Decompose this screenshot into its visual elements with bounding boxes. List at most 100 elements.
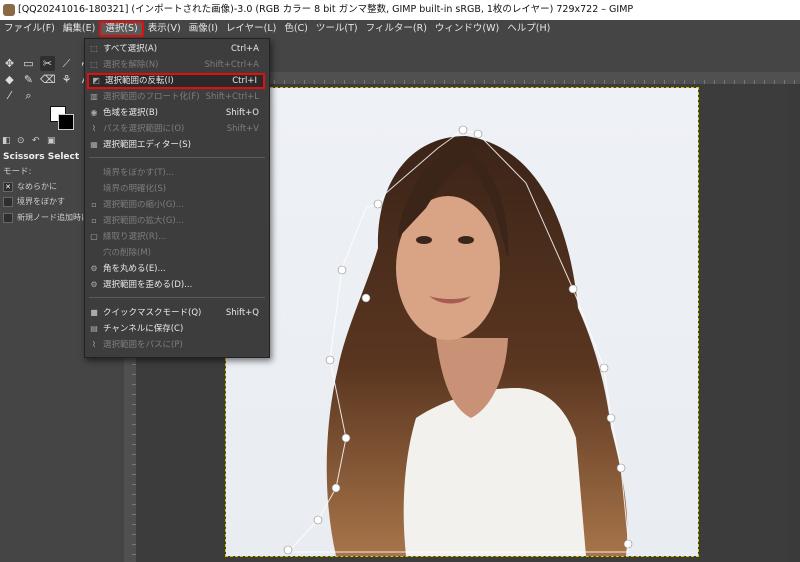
menu-item-label: 選択範囲の反転(I) bbox=[105, 76, 174, 86]
feather-checkbox[interactable] bbox=[3, 196, 13, 207]
move-tool-icon[interactable]: ✥ bbox=[2, 56, 17, 71]
window-title: [QQ20241016-180321] (インポートされた画像)-3.0 (RG… bbox=[18, 4, 634, 15]
selection-node[interactable] bbox=[337, 265, 347, 275]
background-color-swatch[interactable] bbox=[58, 114, 74, 130]
menu-item-shortcut: Shift+O bbox=[225, 108, 259, 118]
color-picker-tool-icon[interactable]: ⁄ bbox=[2, 88, 17, 103]
round-corners-icon: ⚙ bbox=[90, 264, 98, 273]
menu-help[interactable]: ヘルプ(H) bbox=[503, 21, 554, 37]
menu-item-sharpen[interactable]: 境界の明確化(S) bbox=[87, 181, 265, 197]
tool-options-tab-icon[interactable]: ◧ bbox=[2, 136, 12, 146]
selection-node[interactable] bbox=[341, 433, 351, 443]
undo-history-tab-icon[interactable]: ↶ bbox=[32, 136, 42, 146]
selection-node[interactable] bbox=[599, 363, 609, 373]
menu-item-grow[interactable]: ▫ 選択範囲の拡大(G)... bbox=[87, 213, 265, 229]
feather-option[interactable]: 境界をぼかす bbox=[3, 196, 65, 207]
distort-icon: ⚙ bbox=[90, 280, 98, 289]
menu-file[interactable]: ファイル(F) bbox=[0, 21, 59, 37]
menu-item-shrink[interactable]: ▫ 選択範囲の縮小(G)... bbox=[87, 197, 265, 213]
selection-node[interactable] bbox=[331, 483, 341, 493]
menu-edit[interactable]: 編集(E) bbox=[59, 21, 99, 37]
menu-colors[interactable]: 色(C) bbox=[280, 21, 312, 37]
selection-node[interactable] bbox=[473, 129, 483, 139]
selection-node[interactable] bbox=[616, 463, 626, 473]
interactive-option[interactable]: 新規ノード追加時に bbox=[3, 212, 89, 223]
menu-view[interactable]: 表示(V) bbox=[144, 21, 185, 37]
portrait-image bbox=[283, 125, 633, 556]
menu-item-border[interactable]: ▢ 縁取り選択(R)... bbox=[87, 229, 265, 245]
fuzzy-select-tool-icon[interactable]: ⟋ bbox=[59, 56, 74, 71]
menu-item-label: 選択を解除(N) bbox=[103, 60, 159, 70]
selection-node[interactable] bbox=[313, 515, 323, 525]
float-selection-icon: ▥ bbox=[90, 92, 98, 101]
title-bar: [QQ20241016-180321] (インポートされた画像)-3.0 (RG… bbox=[0, 0, 800, 20]
device-status-tab-icon[interactable]: ⊙ bbox=[17, 136, 27, 146]
selection-node[interactable] bbox=[568, 284, 578, 294]
bucket-fill-tool-icon[interactable]: ◆ bbox=[2, 72, 17, 87]
menu-item-label: すべて選択(A) bbox=[103, 44, 158, 54]
antialias-checkbox[interactable]: ✕ bbox=[3, 181, 13, 192]
menu-item-select-all[interactable]: ⬚ すべて選択(A) Ctrl+A bbox=[87, 41, 265, 57]
menu-item-label: クイックマスクモード(Q) bbox=[103, 308, 202, 318]
images-tab-icon[interactable]: ▣ bbox=[47, 136, 57, 146]
menu-item-invert-selection[interactable]: ◩ 選択範囲の反転(I) Ctrl+I bbox=[87, 73, 265, 89]
selection-node[interactable] bbox=[606, 413, 616, 423]
tool-options-title: Scissors Select bbox=[3, 152, 80, 162]
toolbox: ✥ ▭ ✂ ⟋ ⌐ ◆ ✎ ⌫ ⚘ A ⁄ ⌕ ◧ ⊙ ↶ ▣ Scissors… bbox=[0, 38, 90, 562]
grow-icon: ▫ bbox=[91, 216, 97, 225]
border-icon: ▢ bbox=[90, 232, 98, 241]
menu-item-select-by-color[interactable]: ◉ 色域を選択(B) Shift+O bbox=[87, 105, 265, 121]
menu-item-selection-editor[interactable]: ▦ 選択範囲エディター(S) bbox=[87, 137, 265, 153]
menu-filters[interactable]: フィルター(R) bbox=[362, 21, 431, 37]
menu-item-select-none[interactable]: ⬚ 選択を解除(N) Shift+Ctrl+A bbox=[87, 57, 265, 73]
clone-tool-icon[interactable]: ⚘ bbox=[59, 72, 74, 87]
menu-item-feather[interactable]: 境界をぼかす(T)... bbox=[87, 165, 265, 181]
menu-item-save-to-channel[interactable]: ▤ チャンネルに保存(C) bbox=[87, 321, 265, 337]
shirt-shape bbox=[403, 388, 586, 556]
menu-image[interactable]: 画像(I) bbox=[185, 21, 222, 37]
menu-item-rounded-rectangle[interactable]: ⚙ 角を丸める(E)... bbox=[87, 261, 265, 277]
menu-layer[interactable]: レイヤー(L) bbox=[222, 21, 280, 37]
mode-label: モード: bbox=[3, 167, 32, 177]
selection-node[interactable] bbox=[283, 545, 293, 555]
rect-select-tool-icon[interactable]: ▭ bbox=[21, 56, 36, 71]
menu-item-path-to-selection[interactable]: ⌇ パスを選択範囲に(O) Shift+V bbox=[87, 121, 265, 137]
menu-tools[interactable]: ツール(T) bbox=[312, 21, 362, 37]
selection-node[interactable] bbox=[458, 125, 468, 135]
menu-item-distort[interactable]: ⚙ 選択範囲を歪める(D)... bbox=[87, 277, 265, 293]
menu-separator bbox=[89, 157, 265, 158]
menu-item-label: 選択範囲のフロート化(F) bbox=[103, 92, 200, 102]
selection-node[interactable] bbox=[325, 355, 335, 365]
scissors-select-tool-icon[interactable]: ✂ bbox=[40, 56, 55, 71]
interactive-checkbox[interactable] bbox=[3, 212, 13, 223]
menu-item-remove-holes[interactable]: 穴の削除(M) bbox=[87, 245, 265, 261]
menu-item-shortcut: Ctrl+A bbox=[230, 44, 259, 54]
menu-item-label: 選択範囲の拡大(G)... bbox=[103, 216, 184, 226]
selection-node[interactable] bbox=[373, 199, 383, 209]
vertical-scrollbar[interactable] bbox=[788, 84, 800, 562]
quick-mask-icon: ■ bbox=[90, 308, 98, 317]
select-all-icon: ⬚ bbox=[90, 44, 98, 53]
selection-to-path-icon: ⌇ bbox=[92, 340, 96, 349]
selection-node[interactable] bbox=[361, 293, 371, 303]
eraser-tool-icon[interactable]: ⌫ bbox=[40, 72, 56, 87]
menu-item-label: 選択範囲の縮小(G)... bbox=[103, 200, 184, 210]
antialias-option[interactable]: ✕ なめらかに bbox=[3, 181, 57, 192]
menu-windows[interactable]: ウィンドウ(W) bbox=[431, 21, 503, 37]
menu-separator bbox=[89, 297, 265, 298]
selection-node[interactable] bbox=[623, 539, 633, 549]
menu-item-label: 選択範囲を歪める(D)... bbox=[103, 280, 193, 290]
right-eye-shape bbox=[458, 236, 474, 244]
menu-item-shortcut: Shift+Ctrl+A bbox=[204, 60, 259, 70]
menu-item-label: 境界の明確化(S) bbox=[103, 184, 167, 194]
gimp-logo-icon bbox=[3, 4, 15, 16]
menu-item-label: 角を丸める(E)... bbox=[103, 264, 166, 274]
zoom-tool-icon[interactable]: ⌕ bbox=[21, 88, 36, 103]
paintbrush-tool-icon[interactable]: ✎ bbox=[21, 72, 36, 87]
menu-item-shortcut: Shift+Q bbox=[225, 308, 259, 318]
image-canvas[interactable] bbox=[225, 87, 699, 557]
menu-select[interactable]: 選択(S) bbox=[99, 21, 144, 37]
menu-item-quick-mask[interactable]: ■ クイックマスクモード(Q) Shift+Q bbox=[87, 305, 265, 321]
menu-item-float-selection[interactable]: ▥ 選択範囲のフロート化(F) Shift+Ctrl+L bbox=[87, 89, 265, 105]
menu-item-selection-to-path[interactable]: ⌇ 選択範囲をパスに(P) bbox=[87, 337, 265, 353]
